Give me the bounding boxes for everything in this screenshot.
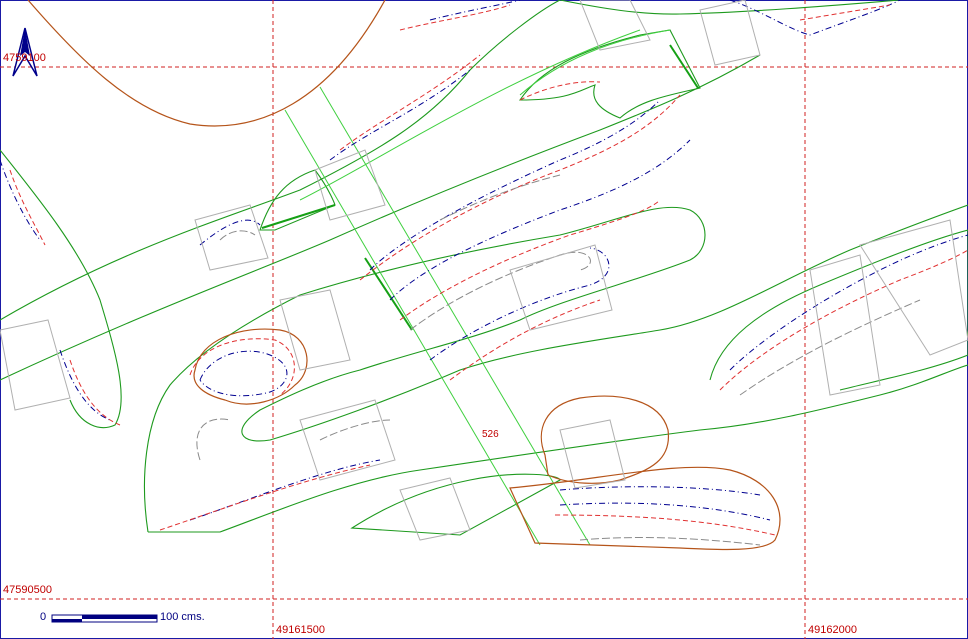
grid-label-easting-right: 49162000 (808, 624, 857, 636)
map-drawing (0, 0, 968, 639)
contour-lines-red (9, 4, 968, 536)
scale-bar (51, 614, 158, 623)
grid-label-northing-top: 4759100 (3, 52, 46, 64)
scale-bar-end-label: 100 cms. (160, 611, 205, 623)
scale-bar-start-label: 0 (40, 611, 47, 623)
section-boxes (0, 0, 968, 541)
parcel-label[interactable]: 526 (482, 429, 499, 440)
grid-lines (0, 0, 968, 639)
grid-label-easting-left: 49161500 (276, 624, 325, 636)
contour-lines-gray (196, 174, 921, 546)
green-boundaries (0, 0, 968, 536)
contour-lines-blue (0, 0, 968, 521)
grid-label-northing-bottom: 47590500 (3, 584, 52, 596)
